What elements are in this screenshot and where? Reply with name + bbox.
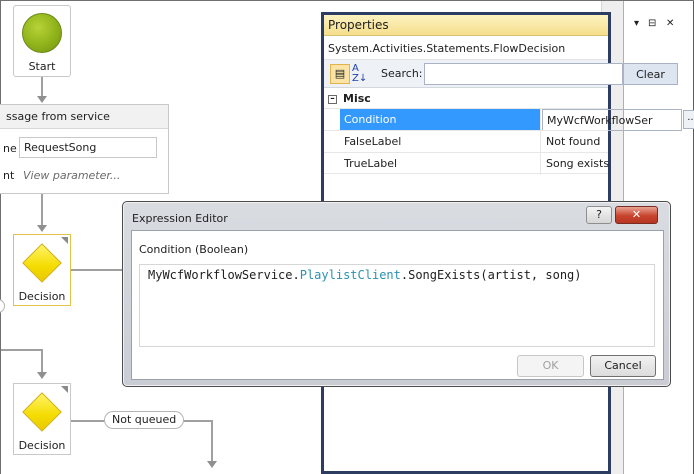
decision-diamond-icon — [22, 243, 62, 283]
expression-token: MyWcfWorkflowService. — [148, 268, 300, 282]
help-button[interactable]: ? — [586, 206, 612, 224]
close-icon[interactable]: ✕ — [666, 18, 674, 29]
properties-toolbar: ▤ A Z↓ Search: Clear — [324, 60, 678, 88]
property-value-field[interactable]: MyWcfWorkflowSer — [542, 109, 682, 131]
not-queued-label[interactable]: Not queued — [104, 411, 185, 429]
expression-editor-dialog[interactable]: Expression Editor ? ✕ Condition (Boolean… — [122, 201, 671, 387]
property-row-falselabel[interactable]: FalseLabel Not found — [324, 130, 608, 153]
expression-textbox[interactable]: MyWcfWorkflowService.PlaylistClient.Song… — [139, 264, 655, 347]
connector-arrow-icon — [207, 461, 217, 468]
property-value[interactable]: Song exists — [542, 153, 682, 175]
connector-line — [211, 420, 213, 462]
expression-type-token: PlaylistClient — [299, 268, 401, 282]
selected-object-type: System.Activities.Statements.FlowDecisio… — [324, 36, 608, 60]
property-name: TrueLabel — [340, 153, 541, 175]
expand-corner-icon — [61, 386, 68, 393]
clear-button[interactable]: Clear — [623, 63, 678, 85]
connector-line — [71, 269, 125, 271]
connector-arrow-icon — [37, 372, 47, 379]
collapse-icon[interactable]: – — [328, 94, 337, 104]
decision-label: Decision — [18, 439, 66, 452]
connector-line — [41, 349, 43, 373]
start-node[interactable]: Start — [13, 5, 71, 77]
expand-corner-icon — [61, 237, 68, 244]
close-button[interactable]: ✕ — [615, 206, 658, 224]
operation-name-field[interactable]: RequestSong — [19, 137, 157, 158]
receive-activity-title: ssage from service — [0, 105, 168, 129]
start-circle-icon — [22, 13, 62, 53]
connector-line — [1, 349, 43, 351]
receive-activity[interactable]: ssage from service ne RequestSong nt Vie… — [0, 104, 169, 194]
start-label: Start — [28, 60, 56, 73]
dialog-body: Condition (Boolean) MyWcfWorkflowService… — [131, 230, 664, 380]
properties-title-bar[interactable]: Properties ▾ ⊟ ✕ — [324, 15, 674, 36]
property-name: FalseLabel — [340, 131, 541, 153]
expression-token: .SongExists(artist, song) — [400, 268, 582, 282]
view-parameter-link[interactable]: View parameter... — [23, 169, 120, 182]
decision-node-selected[interactable]: Decision — [13, 234, 71, 306]
operation-name-label: ne — [3, 142, 17, 155]
dropdown-icon[interactable]: ▾ — [634, 18, 639, 29]
search-label: Search: — [381, 67, 423, 80]
decision-diamond-icon — [22, 392, 62, 432]
dialog-title: Expression Editor — [132, 212, 228, 225]
connector-arrow-icon — [37, 225, 47, 232]
property-value[interactable]: Not found — [542, 131, 682, 153]
category-misc[interactable]: – Misc — [324, 88, 608, 108]
condition-type-label: Condition (Boolean) — [139, 243, 249, 256]
properties-title: Properties — [328, 18, 389, 32]
connector-end-icon — [0, 299, 5, 313]
category-label: Misc — [343, 92, 371, 105]
decision-label: Decision — [18, 290, 66, 303]
alphabetical-sort-icon[interactable]: A Z↓ — [352, 64, 370, 84]
connector-arrow-icon — [37, 96, 47, 103]
decision-node[interactable]: Decision — [13, 383, 71, 455]
property-row-truelabel[interactable]: TrueLabel Song exists — [324, 152, 609, 175]
property-name: Condition — [340, 109, 541, 131]
cancel-button[interactable]: Cancel — [590, 355, 656, 377]
categorized-view-icon[interactable]: ▤ — [330, 64, 350, 84]
property-row-condition[interactable]: Condition MyWcfWorkflowSer ... — [324, 108, 694, 131]
content-label: nt — [3, 169, 15, 182]
connector-line — [41, 77, 43, 97]
ellipsis-button[interactable]: ... — [683, 110, 694, 129]
auto-hide-icon[interactable]: ⊟ — [648, 18, 656, 29]
search-input[interactable] — [424, 63, 623, 85]
connector-line — [41, 194, 43, 226]
ok-button[interactable]: OK — [517, 355, 584, 377]
